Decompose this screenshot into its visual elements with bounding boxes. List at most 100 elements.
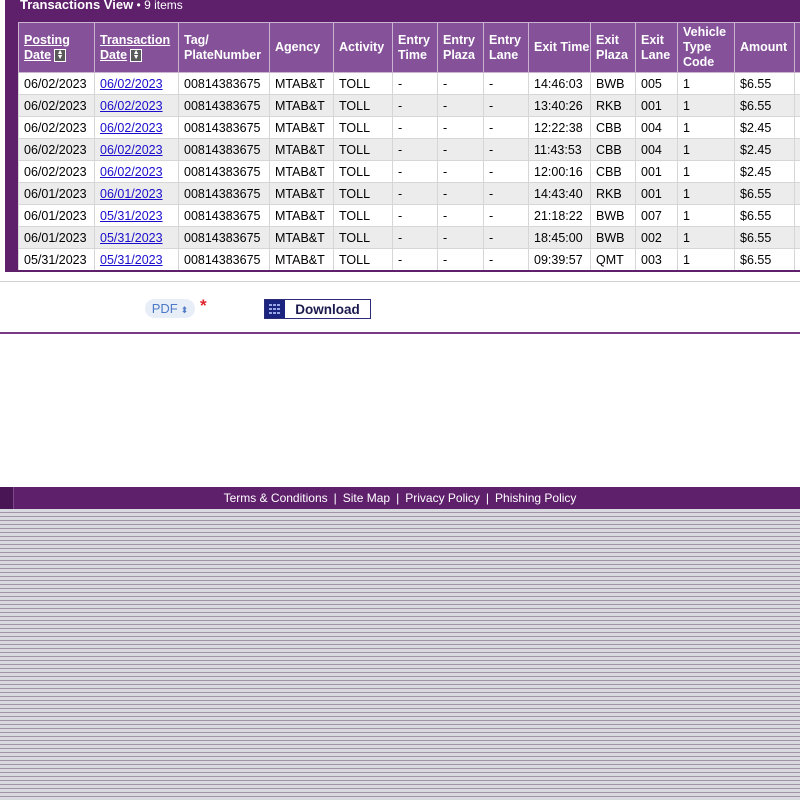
table-cell: - — [392, 160, 438, 183]
table-cell: - — [437, 72, 484, 95]
table-cell: 00814383675 — [178, 226, 270, 249]
export-format-select[interactable]: PDF ⬍ — [145, 299, 195, 318]
transaction-date-link[interactable]: 05/31/2023 — [100, 209, 163, 223]
table-cell: Y — [794, 160, 800, 183]
col-p: P — [794, 22, 800, 73]
download-button[interactable]: Download — [264, 299, 371, 319]
table-cell: 1 — [677, 182, 735, 205]
transaction-date-link[interactable]: 06/02/2023 — [100, 99, 163, 113]
table-cell: $6.55 — [734, 248, 795, 270]
table-cell: $6.55 — [734, 94, 795, 117]
transactions-table-wrap: Posting Date ▲ ▼ Transaction Date ▲ ▼ Tag/ P… — [18, 22, 800, 270]
table-cell: - — [392, 138, 438, 161]
table-cell: 06/02/2023 — [18, 160, 95, 183]
table-cell: $6.55 — [734, 182, 795, 205]
table-cell: 12:22:38 — [528, 116, 591, 139]
table-cell: BWB — [590, 204, 636, 227]
table-cell: TOLL — [333, 160, 393, 183]
export-format-value: PDF — [151, 301, 178, 316]
table-cell: CBB — [590, 138, 636, 161]
table-cell: MTAB&T — [269, 182, 334, 205]
table-cell: 09:39:57 — [528, 248, 591, 270]
table-cell: 06/02/2023 — [94, 72, 179, 95]
table-cell: 1 — [677, 160, 735, 183]
col-transaction-date[interactable]: Transaction Date ▲ ▼ — [94, 22, 179, 73]
table-cell: - — [437, 94, 484, 117]
transaction-date-link[interactable]: 06/02/2023 — [100, 143, 163, 157]
table-cell: 06/02/2023 — [94, 116, 179, 139]
col-activity: Activity — [333, 22, 393, 73]
table-cell: 06/02/2023 — [18, 138, 95, 161]
table-cell: 05/31/2023 — [94, 248, 179, 270]
table-cell: Y — [794, 226, 800, 249]
table-cell: 007 — [635, 204, 678, 227]
table-cell: 00814383675 — [178, 160, 270, 183]
table-cell: Y — [794, 94, 800, 117]
table-cell: 005 — [635, 72, 678, 95]
table-cell: $2.45 — [734, 138, 795, 161]
table-cell: 1 — [677, 204, 735, 227]
transaction-date-link[interactable]: 06/02/2023 — [100, 121, 163, 135]
table-cell: MTAB&T — [269, 94, 334, 117]
table-cell: 14:43:40 — [528, 182, 591, 205]
table-cell: 1 — [677, 116, 735, 139]
table-cell: TOLL — [333, 138, 393, 161]
table-row: 06/02/2023 06/02/2023 00814383675 MTAB&T TOL… — [18, 138, 800, 161]
download-label: Download — [295, 301, 360, 317]
table-cell: 004 — [635, 116, 678, 139]
table-cell: MTAB&T — [269, 204, 334, 227]
table-cell: 11:43:53 — [528, 138, 591, 161]
panel-header: Transactions View • 9 items — [20, 0, 183, 14]
col-exit-lane: Exit Lane — [635, 22, 678, 73]
transaction-date-link[interactable]: 05/31/2023 — [100, 231, 163, 245]
table-cell: - — [392, 182, 438, 205]
download-grid-icon — [265, 300, 285, 318]
col-posting-date[interactable]: Posting Date ▲ ▼ — [18, 22, 95, 73]
table-cell: Y — [794, 182, 800, 205]
table-cell: - — [392, 204, 438, 227]
sort-updown-icon[interactable]: ▲ ▼ — [130, 48, 143, 62]
table-cell: Y — [794, 204, 800, 227]
footer-link-terms[interactable]: Terms & Conditions — [224, 491, 328, 505]
transaction-date-link[interactable]: 05/31/2023 — [100, 253, 163, 267]
table-cell: 06/01/2023 — [18, 182, 95, 205]
table-cell: BWB — [590, 226, 636, 249]
table-cell: 06/02/2023 — [18, 72, 95, 95]
sort-updown-icon[interactable]: ▲ ▼ — [54, 48, 67, 62]
table-cell: MTAB&T — [269, 160, 334, 183]
table-cell: Y — [794, 248, 800, 270]
table-cell: Y — [794, 72, 800, 95]
footer-bar: Terms & Conditions | Site Map | Privacy Poli… — [0, 487, 800, 509]
table-cell: - — [437, 116, 484, 139]
col-tag-plate: Tag/ PlateNumber — [178, 22, 270, 73]
table-cell: 00814383675 — [178, 248, 270, 270]
export-toolbar: PDF ⬍ * Download — [0, 281, 800, 334]
table-cell: - — [483, 72, 529, 95]
col-vehicle-type-code: Vehicle Type Code — [677, 22, 735, 73]
table-cell: TOLL — [333, 116, 393, 139]
footer-link-privacy[interactable]: Privacy Policy — [405, 491, 480, 505]
table-row: 06/02/2023 06/02/2023 00814383675 MTAB&T TOL… — [18, 160, 800, 183]
col-exit-plaza: Exit Plaza — [590, 22, 636, 73]
footer-link-phishing[interactable]: Phishing Policy — [495, 491, 576, 505]
table-cell: - — [483, 204, 529, 227]
striped-background — [0, 509, 800, 800]
table-cell: 002 — [635, 226, 678, 249]
transaction-date-link[interactable]: 06/01/2023 — [100, 187, 163, 201]
footer-separator: | — [396, 491, 400, 505]
transaction-date-link[interactable]: 06/02/2023 — [100, 165, 163, 179]
table-cell: - — [392, 116, 438, 139]
col-entry-time: Entry Time — [392, 22, 438, 73]
transaction-date-link[interactable]: 06/02/2023 — [100, 77, 163, 91]
col-amount: Amount — [734, 22, 795, 73]
table-cell: TOLL — [333, 72, 393, 95]
table-cell: Y — [794, 138, 800, 161]
table-cell: $6.55 — [734, 72, 795, 95]
table-row: 06/02/2023 06/02/2023 00814383675 MTAB&T TOL… — [18, 116, 800, 139]
table-cell: $2.45 — [734, 160, 795, 183]
table-cell: - — [437, 138, 484, 161]
footer-separator: | — [485, 491, 490, 505]
table-cell: MTAB&T — [269, 72, 334, 95]
footer-link-sitemap[interactable]: Site Map — [343, 491, 390, 505]
table-cell: TOLL — [333, 204, 393, 227]
